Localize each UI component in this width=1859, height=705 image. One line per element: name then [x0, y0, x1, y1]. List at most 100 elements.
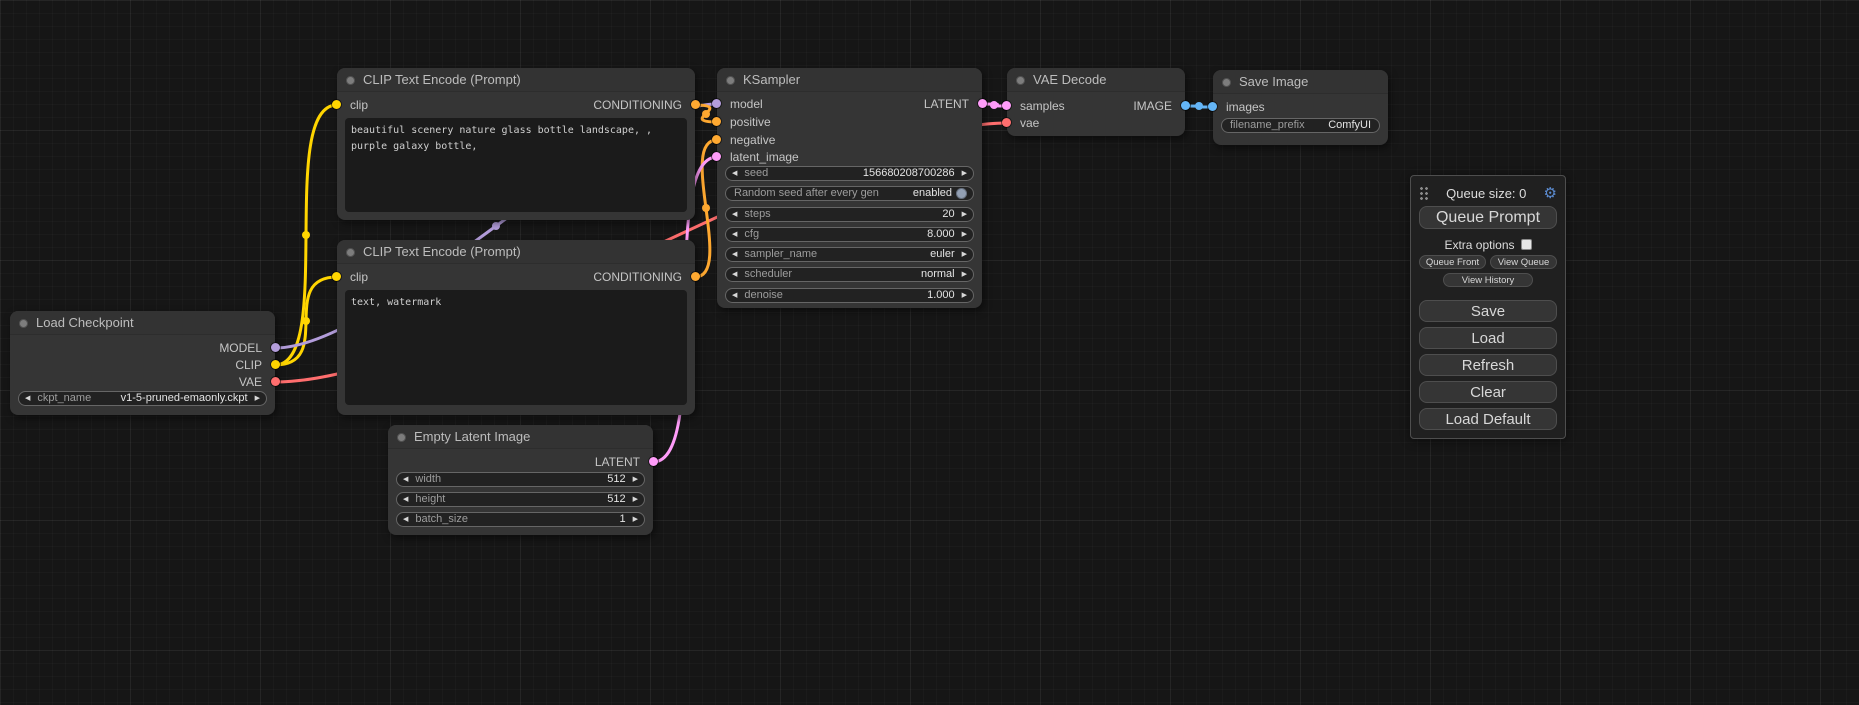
input-port-latent-image[interactable] [712, 152, 721, 161]
collapse-dot-icon[interactable] [346, 76, 355, 85]
node-clip-text-encode-negative[interactable]: CLIP Text Encode (Prompt) clip CONDITION… [337, 240, 695, 415]
right-arrow-icon[interactable]: ▶ [633, 473, 638, 486]
right-arrow-icon[interactable]: ▶ [255, 392, 260, 405]
widget-value: 8.000 [927, 228, 955, 241]
widget-value: 1.000 [927, 289, 955, 302]
output-port-model[interactable] [271, 343, 280, 352]
refresh-button[interactable]: Refresh [1419, 354, 1557, 376]
widget-scheduler[interactable]: ◀ scheduler normal ▶ [725, 267, 974, 282]
right-arrow-icon[interactable]: ▶ [633, 493, 638, 506]
input-port-clip[interactable] [332, 272, 341, 281]
output-label-image: IMAGE [1133, 98, 1172, 114]
node-save-image[interactable]: Save Image images filename_prefix ComfyU… [1213, 70, 1388, 145]
queue-front-button[interactable]: Queue Front [1419, 255, 1486, 269]
node-vae-decode[interactable]: VAE Decode samples IMAGE vae [1007, 68, 1185, 136]
widget-seed[interactable]: ◀ seed 156680208700286 ▶ [725, 166, 974, 181]
left-arrow-icon[interactable]: ◀ [403, 473, 408, 486]
output-port-image[interactable] [1181, 101, 1190, 110]
node-title: Save Image [1239, 74, 1308, 89]
link-midpoint-dot [990, 101, 998, 109]
link-midpoint-dot [702, 110, 710, 118]
drag-handle-icon[interactable] [1419, 186, 1429, 201]
widget-random-seed-toggle[interactable]: Random seed after every gen enabled [725, 186, 974, 201]
input-port-clip[interactable] [332, 100, 341, 109]
input-label-positive: positive [730, 114, 771, 130]
node-title: KSampler [743, 72, 800, 87]
right-arrow-icon[interactable]: ▶ [962, 167, 967, 180]
collapse-dot-icon[interactable] [19, 319, 28, 328]
view-history-button[interactable]: View History [1443, 273, 1533, 287]
collapse-dot-icon[interactable] [346, 248, 355, 257]
widget-cfg[interactable]: ◀ cfg 8.000 ▶ [725, 227, 974, 242]
node-load-checkpoint[interactable]: Load Checkpoint MODEL CLIP VAE ◀ ckpt_na… [10, 311, 275, 415]
widget-width[interactable]: ◀ width 512 ▶ [396, 472, 645, 487]
prompt-textarea[interactable]: beautiful scenery nature glass bottle la… [345, 118, 687, 212]
widget-label: width [415, 473, 441, 486]
widget-sampler-name[interactable]: ◀ sampler_name euler ▶ [725, 247, 974, 262]
collapse-dot-icon[interactable] [397, 433, 406, 442]
widget-ckpt-name[interactable]: ◀ ckpt_name v1-5-pruned-emaonly.ckpt ▶ [18, 391, 267, 406]
extra-options-checkbox[interactable] [1521, 239, 1532, 250]
link-midpoint-dot [302, 231, 310, 239]
output-port-conditioning[interactable] [691, 100, 700, 109]
right-arrow-icon[interactable]: ▶ [962, 248, 967, 261]
left-arrow-icon[interactable]: ◀ [732, 167, 737, 180]
save-button[interactable]: Save [1419, 300, 1557, 322]
widget-label: denoise [744, 289, 783, 302]
widget-filename-prefix[interactable]: filename_prefix ComfyUI [1221, 118, 1380, 133]
input-port-positive[interactable] [712, 117, 721, 126]
left-arrow-icon[interactable]: ◀ [732, 208, 737, 221]
widget-value: euler [930, 248, 954, 261]
left-arrow-icon[interactable]: ◀ [732, 248, 737, 261]
prompt-textarea[interactable]: text, watermark [345, 290, 687, 405]
widget-batch-size[interactable]: ◀ batch_size 1 ▶ [396, 512, 645, 527]
queue-prompt-button[interactable]: Queue Prompt [1419, 206, 1557, 229]
link-midpoint-dot [302, 317, 310, 325]
input-label-vae: vae [1020, 115, 1039, 131]
node-title: CLIP Text Encode (Prompt) [363, 72, 521, 87]
output-port-latent[interactable] [649, 457, 658, 466]
collapse-dot-icon[interactable] [1222, 78, 1231, 87]
widget-value: 512 [607, 473, 625, 486]
input-port-vae[interactable] [1002, 118, 1011, 127]
left-arrow-icon[interactable]: ◀ [732, 268, 737, 281]
toggle-knob-icon[interactable] [956, 188, 967, 199]
input-port-images[interactable] [1208, 102, 1217, 111]
output-label-conditioning: CONDITIONING [593, 269, 682, 285]
right-arrow-icon[interactable]: ▶ [962, 268, 967, 281]
left-arrow-icon[interactable]: ◀ [732, 289, 737, 302]
gear-icon[interactable]: ⚙ [1544, 186, 1557, 201]
left-arrow-icon[interactable]: ◀ [403, 493, 408, 506]
left-arrow-icon[interactable]: ◀ [403, 513, 408, 526]
left-arrow-icon[interactable]: ◀ [732, 228, 737, 241]
input-port-model[interactable] [712, 99, 721, 108]
right-arrow-icon[interactable]: ▶ [962, 208, 967, 221]
widget-value: normal [921, 268, 955, 281]
node-title: VAE Decode [1033, 72, 1106, 87]
view-queue-button[interactable]: View Queue [1490, 255, 1557, 269]
output-port-latent[interactable] [978, 99, 987, 108]
right-arrow-icon[interactable]: ▶ [633, 513, 638, 526]
node-title: CLIP Text Encode (Prompt) [363, 244, 521, 259]
output-port-conditioning[interactable] [691, 272, 700, 281]
widget-steps[interactable]: ◀ steps 20 ▶ [725, 207, 974, 222]
load-button[interactable]: Load [1419, 327, 1557, 349]
left-arrow-icon[interactable]: ◀ [25, 392, 30, 405]
right-arrow-icon[interactable]: ▶ [962, 289, 967, 302]
right-arrow-icon[interactable]: ▶ [962, 228, 967, 241]
collapse-dot-icon[interactable] [726, 76, 735, 85]
collapse-dot-icon[interactable] [1016, 76, 1025, 85]
node-clip-text-encode-positive[interactable]: CLIP Text Encode (Prompt) clip CONDITION… [337, 68, 695, 220]
widget-height[interactable]: ◀ height 512 ▶ [396, 492, 645, 507]
output-label-latent: LATENT [924, 96, 969, 112]
input-port-negative[interactable] [712, 135, 721, 144]
input-label-clip: clip [350, 269, 368, 285]
widget-denoise[interactable]: ◀ denoise 1.000 ▶ [725, 288, 974, 303]
node-ksampler[interactable]: KSampler model positive negative latent_… [717, 68, 982, 308]
node-empty-latent-image[interactable]: Empty Latent Image LATENT ◀ width 512 ▶ … [388, 425, 653, 535]
output-port-clip[interactable] [271, 360, 280, 369]
input-port-samples[interactable] [1002, 101, 1011, 110]
clear-button[interactable]: Clear [1419, 381, 1557, 403]
output-port-vae[interactable] [271, 377, 280, 386]
load-default-button[interactable]: Load Default [1419, 408, 1557, 430]
